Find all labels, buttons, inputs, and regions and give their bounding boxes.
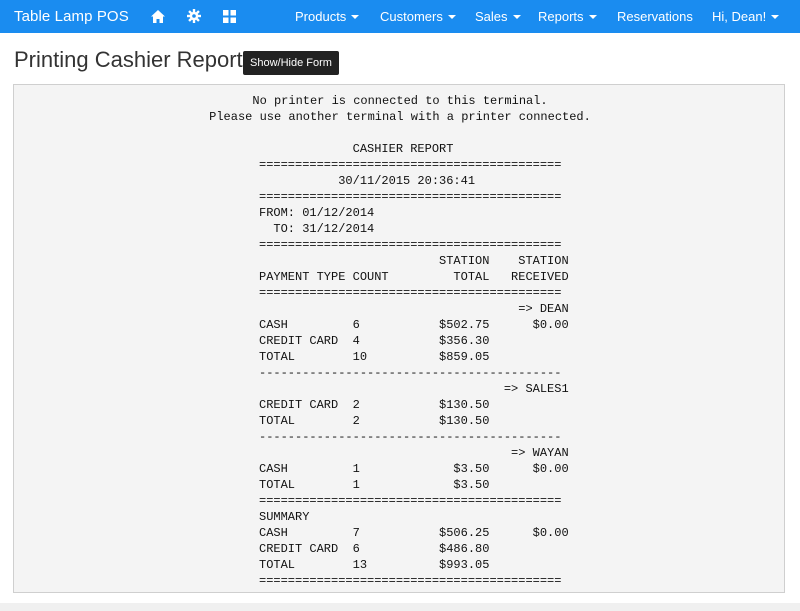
report-line: => DEAN [259, 302, 569, 316]
brand-logo[interactable]: Table Lamp POS [14, 8, 129, 25]
report-line: TOTAL 10 $859.05 [259, 350, 490, 364]
home-icon[interactable] [151, 9, 165, 23]
nav-customers[interactable]: Customers [380, 9, 456, 24]
report-line: ========================================… [259, 574, 562, 588]
chevron-down-icon [447, 14, 456, 19]
report-line: CASH 1 $3.50 $0.00 [259, 462, 569, 476]
printer-notice-line: No printer is connected to this terminal… [252, 94, 548, 108]
page-title: Printing Cashier Report [14, 47, 243, 72]
show-hide-form-button[interactable]: Show/Hide Form [243, 51, 339, 75]
report-line [14, 125, 786, 141]
report-line: TOTAL 1 $3.50 [259, 478, 490, 492]
page-footer [0, 603, 800, 611]
report-line: => WAYAN [259, 446, 569, 460]
nav-products[interactable]: Products [295, 9, 360, 24]
chevron-down-icon [771, 14, 780, 19]
report-line: ----------------------------------------… [259, 366, 562, 380]
report-line: ========================================… [259, 158, 562, 172]
report-preview: No printer is connected to this terminal… [13, 84, 785, 593]
chevron-down-icon [512, 14, 521, 19]
nav-reservations[interactable]: Reservations [617, 9, 693, 24]
report-line: => SALES1 [259, 382, 569, 396]
receipt-text: No printer is connected to this terminal… [14, 93, 786, 589]
report-line: STATION STATION [259, 254, 569, 268]
top-navbar: Table Lamp POS Products Customers Sales … [0, 0, 800, 33]
report-line: CASH 7 $506.25 $0.00 [259, 526, 569, 540]
chevron-down-icon [351, 14, 360, 19]
report-line: SUMMARY [259, 510, 310, 524]
report-line: TOTAL 2 $130.50 [259, 414, 490, 428]
report-line: 30/11/2015 20:36:41 [259, 174, 476, 188]
nav-user-menu[interactable]: Hi, Dean! [712, 9, 780, 24]
report-line: CREDIT CARD 4 $356.30 [259, 334, 490, 348]
nav-reports[interactable]: Reports [538, 9, 597, 24]
report-line: PAYMENT TYPE COUNT TOTAL RECEIVED [259, 270, 569, 284]
printer-notice-line: Please use another terminal with a print… [209, 110, 591, 124]
report-line: TO: 31/12/2014 [259, 222, 375, 236]
report-line: ========================================… [259, 238, 562, 252]
grid-icon[interactable] [222, 9, 236, 23]
report-line: ========================================… [259, 190, 562, 204]
nav-sales[interactable]: Sales [475, 9, 521, 24]
report-line: ========================================… [259, 286, 562, 300]
gear-icon[interactable] [187, 9, 201, 23]
report-line: CREDIT CARD 2 $130.50 [259, 398, 490, 412]
report-line: ========================================… [259, 494, 562, 508]
report-line: CASH 6 $502.75 $0.00 [259, 318, 569, 332]
report-line: ----------------------------------------… [259, 430, 562, 444]
chevron-down-icon [588, 14, 597, 19]
report-line: CREDIT CARD 6 $486.80 [259, 542, 490, 556]
report-line: CASHIER REPORT [259, 142, 454, 156]
report-line: FROM: 01/12/2014 [259, 206, 375, 220]
report-line: TOTAL 13 $993.05 [259, 558, 490, 572]
